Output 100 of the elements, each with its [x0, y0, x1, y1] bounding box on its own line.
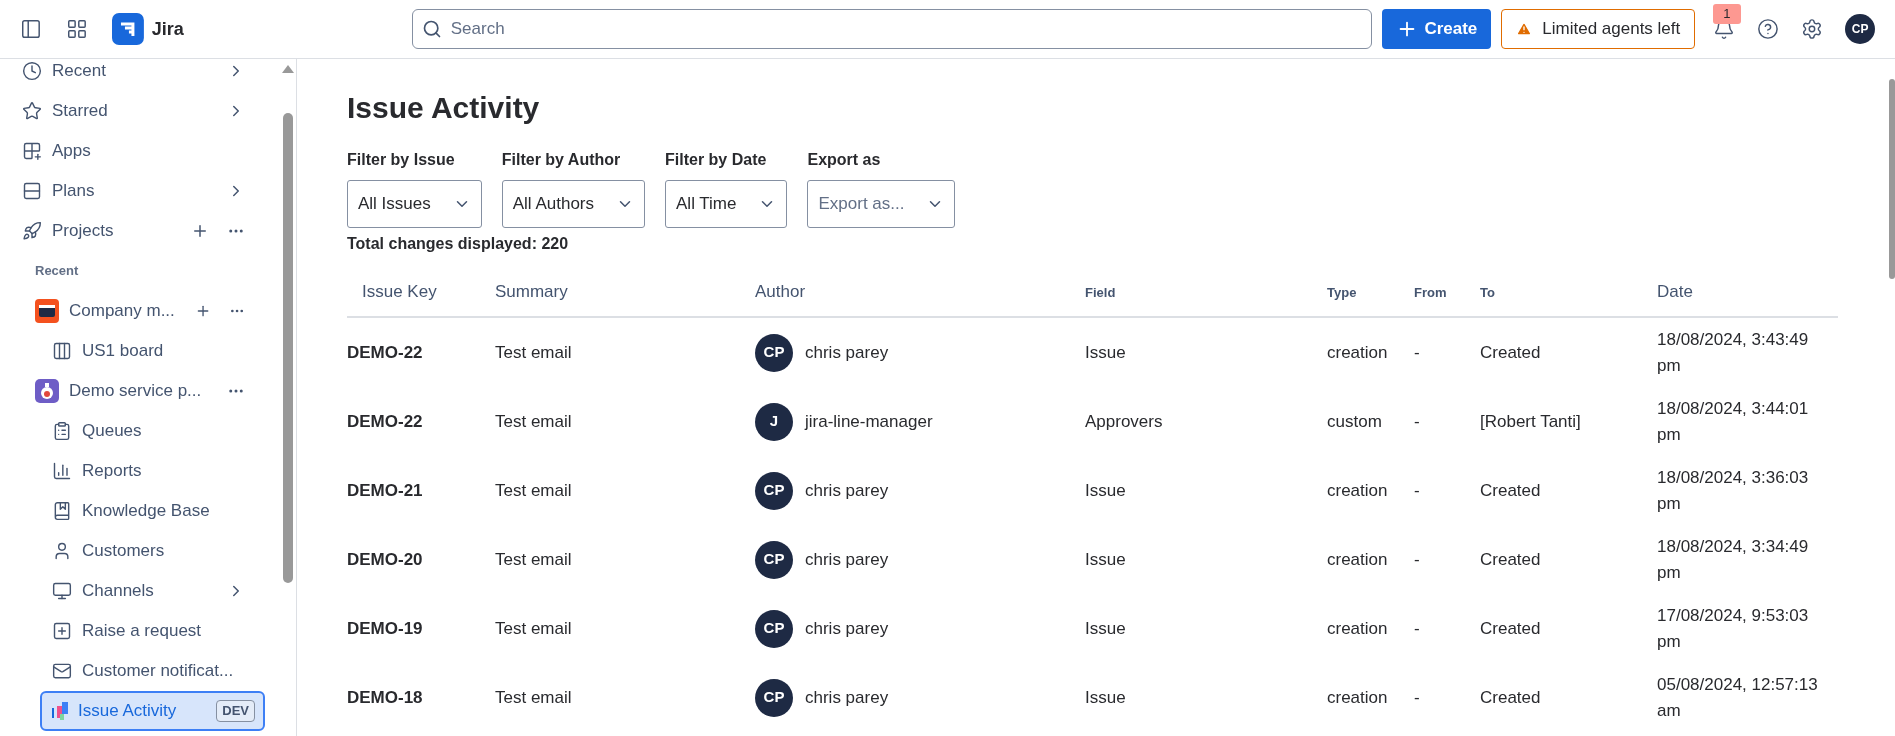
issue-key: DEMO-18: [347, 687, 423, 707]
sidebar-item[interactable]: Channels: [0, 571, 265, 611]
warning-icon: [1516, 21, 1533, 37]
star-icon: [22, 101, 42, 121]
sidebar-item-label: Company m...: [69, 300, 175, 323]
sidebar-item[interactable]: Projects: [0, 211, 265, 251]
author-avatar: J: [755, 402, 793, 441]
table-cell: Issue: [1085, 549, 1126, 569]
author-name: chris parey: [805, 341, 889, 364]
column-header: Type: [1327, 285, 1357, 300]
table-cell: Created: [1480, 687, 1541, 707]
table-cell-text: 18/08/2024, 3:43:49 pm: [1657, 329, 1810, 377]
page-scrollbar[interactable]: [1889, 79, 1895, 279]
table-cell: Test email: [495, 687, 572, 707]
filter-label: Filter by Author: [501, 150, 622, 170]
table-cell-text: 18/08/2024, 3:44:01 pm: [1657, 398, 1810, 446]
help-icon[interactable]: [1757, 18, 1780, 40]
sidebar-item-label: Demo service p...: [69, 380, 202, 403]
limited-agents-button[interactable]: Limited agents left: [1501, 9, 1696, 49]
sidebar-item-label: Projects: [52, 220, 114, 243]
table-cell: creation: [1327, 549, 1388, 569]
queue-icon: [52, 421, 72, 441]
scrollbar-thumb[interactable]: [283, 113, 293, 583]
table-cell-text: 18/08/2024, 3:36:03 pm: [1657, 467, 1810, 515]
issue-key: DEMO-19: [347, 618, 423, 638]
column-header: To: [1480, 285, 1495, 300]
sidebar-item[interactable]: Raise a request: [0, 611, 265, 651]
issue-key: DEMO-21: [347, 480, 423, 500]
bar-chart-icon: [52, 461, 72, 481]
person-icon: [52, 541, 72, 561]
table-cell: creation: [1327, 480, 1388, 500]
sidebar-item-label: Reports: [82, 460, 142, 483]
table-cell: Created: [1480, 618, 1541, 638]
product-name[interactable]: Jira: [151, 15, 184, 43]
table-cell: creation: [1327, 687, 1388, 707]
author-name: chris parey: [805, 548, 889, 571]
sidebar-item[interactable]: Starred: [0, 91, 265, 131]
sidebar-item-label: Issue Activity: [78, 700, 177, 723]
sidebar-item-label: Customers: [82, 540, 165, 563]
author-avatar: CP: [755, 678, 793, 717]
filter-dropdown[interactable]: All Issues: [347, 180, 482, 228]
sidebar-item[interactable]: Issue Activity DEV: [40, 691, 265, 731]
filter-label: Filter by Date: [665, 150, 768, 170]
column-header: Date: [1657, 282, 1693, 302]
sidebar-toggle-icon[interactable]: [20, 18, 42, 40]
sidebar-item-label: Queues: [82, 420, 142, 443]
table-cell: Issue: [1085, 480, 1126, 500]
sidebar-item-label: Starred: [52, 100, 108, 123]
sidebar-item[interactable]: Reports: [0, 451, 265, 491]
scroll-up-arrow-icon[interactable]: [282, 65, 294, 73]
column-header: From: [1414, 285, 1447, 300]
notification-count: 1: [1713, 4, 1741, 24]
filter-dropdown[interactable]: All Time: [665, 180, 788, 228]
table-cell: Test email: [495, 480, 572, 500]
table-cell: creation: [1327, 618, 1388, 638]
sidebar-item[interactable]: Demo service p...: [0, 371, 265, 411]
apps-icon: [22, 141, 42, 161]
table-cell-text: 18/08/2024, 3:34:49 pm: [1657, 536, 1810, 584]
author-avatar: CP: [755, 540, 793, 579]
sidebar-item[interactable]: Recent: [0, 59, 265, 91]
table-cell: Test email: [495, 411, 572, 431]
table-cell: -: [1414, 480, 1420, 500]
sidebar-item-label: Knowledge Base: [82, 500, 210, 523]
sidebar-item[interactable]: Apps: [0, 131, 265, 171]
sidebar-item[interactable]: Knowledge Base: [0, 491, 265, 531]
book-icon: [52, 501, 72, 521]
table-cell-text: 17/08/2024, 9:53:03 pm: [1657, 605, 1810, 653]
table-cell: Created: [1480, 342, 1541, 362]
filter-label: Export as: [807, 150, 882, 170]
table-cell: -: [1414, 342, 1420, 362]
sidebar-item-label: Plans: [52, 180, 95, 203]
page-title: Issue Activity: [347, 90, 541, 126]
sidebar-item[interactable]: Company m...: [0, 291, 265, 331]
clock-icon: [22, 61, 42, 81]
column-header: Author: [755, 282, 806, 302]
add-icon[interactable]: [191, 222, 209, 240]
table-cell: -: [1414, 618, 1420, 638]
search-field[interactable]: Search: [411, 9, 1373, 49]
project-logo-icon: [35, 379, 59, 403]
dev-badge: DEV: [216, 700, 255, 722]
sidebar-item[interactable]: Customers: [0, 531, 265, 571]
sidebar-item[interactable]: US1 board: [0, 331, 265, 371]
sidebar-item[interactable]: Queues: [0, 411, 265, 451]
sidebar-item[interactable]: Plans: [0, 171, 265, 211]
monitor-icon: [52, 581, 72, 601]
sidebar-item-label: Recent: [52, 60, 106, 83]
plans-icon: [22, 181, 42, 201]
jira-logo-icon[interactable]: [111, 13, 144, 45]
author-name: chris parey: [805, 617, 889, 640]
table-cell: -: [1414, 411, 1420, 431]
sidebar-item-label: Customer notificat...: [82, 660, 234, 683]
table-cell: [Robert Tanti]: [1480, 411, 1581, 431]
create-button[interactable]: Create: [1382, 9, 1492, 49]
sidebar-item[interactable]: Customer notificat...: [0, 651, 265, 691]
app-switcher-icon[interactable]: [65, 18, 88, 40]
author-avatar: CP: [755, 333, 793, 372]
filter-dropdown[interactable]: All Authors: [501, 180, 645, 228]
filter-dropdown[interactable]: Export as...: [807, 180, 956, 228]
settings-icon[interactable]: [1801, 18, 1824, 40]
user-avatar[interactable]: CP: [1845, 14, 1875, 44]
